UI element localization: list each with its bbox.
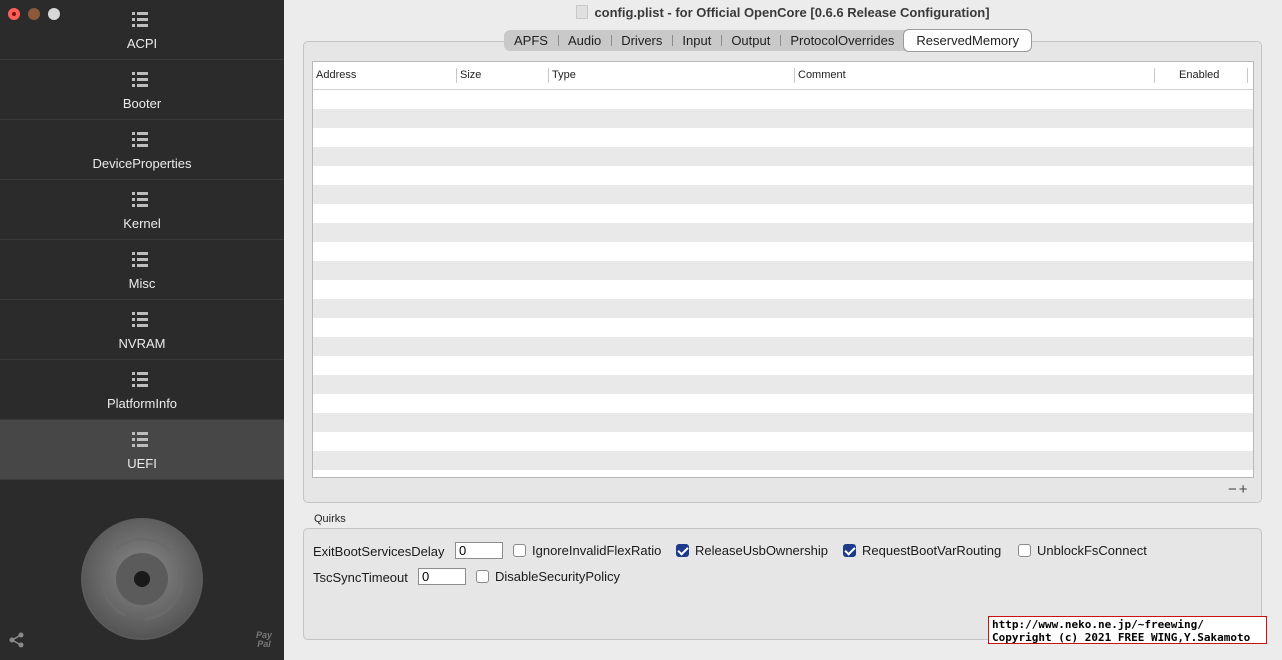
- unblock-fs-connect-checkbox[interactable]: [1018, 544, 1031, 557]
- table-row[interactable]: [313, 413, 1253, 432]
- list-icon: [132, 132, 148, 147]
- ignore-invalid-flex-ratio-label: IgnoreInvalidFlexRatio: [532, 543, 662, 558]
- sidebar-item-label: NVRAM: [118, 336, 166, 351]
- table-row[interactable]: [313, 147, 1253, 166]
- list-icon: [132, 192, 148, 207]
- tab-protocoloverrides[interactable]: ProtocolOverrides: [780, 30, 904, 51]
- sidebar-item-deviceproperties[interactable]: DeviceProperties: [0, 120, 284, 180]
- table-row[interactable]: [313, 166, 1253, 185]
- table-row[interactable]: [313, 280, 1253, 299]
- sidebar-item-label: Kernel: [123, 216, 161, 231]
- paypal-icon[interactable]: Pay Pal: [256, 631, 272, 649]
- tab-input[interactable]: Input: [672, 30, 721, 51]
- table-row[interactable]: [313, 204, 1253, 223]
- column-header-type[interactable]: Type: [552, 69, 576, 81]
- tab-drivers[interactable]: Drivers: [611, 30, 672, 51]
- sidebar-item-uefi[interactable]: UEFI: [0, 420, 284, 480]
- table-row[interactable]: [313, 337, 1253, 356]
- window-controls: [8, 8, 60, 20]
- add-row-button[interactable]: +: [1239, 481, 1250, 498]
- column-divider[interactable]: [456, 68, 457, 83]
- sidebar-item-label: Booter: [122, 96, 162, 111]
- table-row[interactable]: [313, 394, 1253, 413]
- column-divider[interactable]: [794, 68, 795, 83]
- remove-row-button[interactable]: −: [1228, 481, 1239, 498]
- sidebar-item-label: PlatformInfo: [106, 396, 178, 411]
- sidebar-footer: Pay Pal: [0, 480, 284, 660]
- quirks-title: Quirks: [314, 513, 346, 525]
- sidebar-item-misc[interactable]: Misc: [0, 240, 284, 300]
- column-header-comment[interactable]: Comment: [798, 69, 846, 81]
- unblock-fs-connect-label: UnblockFsConnect: [1037, 543, 1147, 558]
- table-row[interactable]: [313, 356, 1253, 375]
- exit-boot-services-delay-label: ExitBootServicesDelay: [313, 544, 445, 559]
- sidebar-item-label: UEFI: [127, 456, 157, 471]
- paypal-label-2: Pal: [257, 639, 271, 649]
- disable-security-policy-checkbox[interactable]: [476, 570, 489, 583]
- tab-apfs[interactable]: APFS: [504, 30, 558, 51]
- tab-output[interactable]: Output: [721, 30, 780, 51]
- sidebar-item-kernel[interactable]: Kernel: [0, 180, 284, 240]
- table-body: [313, 90, 1253, 470]
- share-icon[interactable]: [8, 631, 26, 649]
- table-row[interactable]: [313, 451, 1253, 470]
- window-title: config.plist - for Official OpenCore [0.…: [284, 5, 1282, 23]
- table-row[interactable]: [313, 109, 1253, 128]
- close-window-button[interactable]: [8, 8, 20, 20]
- release-usb-ownership-checkbox[interactable]: [676, 544, 689, 557]
- list-icon: [132, 252, 148, 267]
- document-icon: [576, 5, 589, 19]
- sidebar-item-platforminfo[interactable]: PlatformInfo: [0, 360, 284, 420]
- column-divider[interactable]: [1154, 68, 1155, 83]
- sidebar: ACPI Booter DeviceProperties Kernel Misc NVRA…: [0, 0, 284, 660]
- list-icon: [132, 432, 148, 447]
- column-header-address[interactable]: Address: [316, 69, 356, 81]
- list-icon: [132, 12, 148, 27]
- request-boot-var-routing-label: RequestBootVarRouting: [862, 543, 1002, 558]
- table-row[interactable]: [313, 432, 1253, 451]
- tab-reservedmemory[interactable]: ReservedMemory: [904, 30, 1031, 51]
- table-row[interactable]: [313, 375, 1253, 394]
- tab-audio[interactable]: Audio: [557, 30, 611, 51]
- table-row[interactable]: [313, 318, 1253, 337]
- column-header-enabled[interactable]: Enabled: [1179, 69, 1219, 81]
- tsc-sync-timeout-field[interactable]: [418, 568, 466, 585]
- tab-bar: APFS Audio Drivers Input Output ProtocolOverr…: [504, 30, 1031, 51]
- list-icon: [132, 312, 148, 327]
- ignore-invalid-flex-ratio-checkbox[interactable]: [513, 544, 526, 557]
- column-header-size[interactable]: Size: [460, 69, 481, 81]
- column-divider[interactable]: [548, 68, 549, 83]
- minimize-window-button[interactable]: [28, 8, 40, 20]
- list-icon: [132, 72, 148, 87]
- zoom-window-button[interactable]: [48, 8, 60, 20]
- tsc-sync-timeout-label: TscSyncTimeout: [313, 570, 408, 585]
- column-divider[interactable]: [1247, 68, 1248, 83]
- copyright-url: http://www.neko.ne.jp/~freewing/: [992, 618, 1204, 631]
- sidebar-item-label: ACPI: [126, 36, 158, 51]
- sidebar-item-nvram[interactable]: NVRAM: [0, 300, 284, 360]
- copyright-text: Copyright (c) 2021 FREE WING,Y.Sakamoto: [992, 631, 1251, 644]
- table-row[interactable]: [313, 128, 1253, 147]
- disable-security-policy-label: DisableSecurityPolicy: [495, 569, 620, 584]
- table-row[interactable]: [313, 242, 1253, 261]
- release-usb-ownership-label: ReleaseUsbOwnership: [695, 543, 828, 558]
- sidebar-item-label: Misc: [128, 276, 156, 291]
- table-header: Address Size Type Comment Enabled: [313, 62, 1253, 90]
- sidebar-item-booter[interactable]: Booter: [0, 60, 284, 120]
- row-controls: −+: [1228, 481, 1250, 498]
- list-icon: [132, 372, 148, 387]
- table-row[interactable]: [313, 261, 1253, 280]
- table-row[interactable]: [313, 299, 1253, 318]
- opencore-disc-logo: [81, 518, 203, 640]
- table-row[interactable]: [313, 223, 1253, 242]
- table-row[interactable]: [313, 90, 1253, 109]
- reserved-memory-table[interactable]: Address Size Type Comment Enabled: [312, 61, 1254, 478]
- request-boot-var-routing-checkbox[interactable]: [843, 544, 856, 557]
- table-row[interactable]: [313, 185, 1253, 204]
- exit-boot-services-delay-field[interactable]: [455, 542, 503, 559]
- sidebar-item-label: DeviceProperties: [92, 156, 192, 171]
- window-title-text: config.plist - for Official OpenCore [0.…: [594, 5, 990, 20]
- copyright-notice: http://www.neko.ne.jp/~freewing/ Copyrig…: [988, 616, 1267, 644]
